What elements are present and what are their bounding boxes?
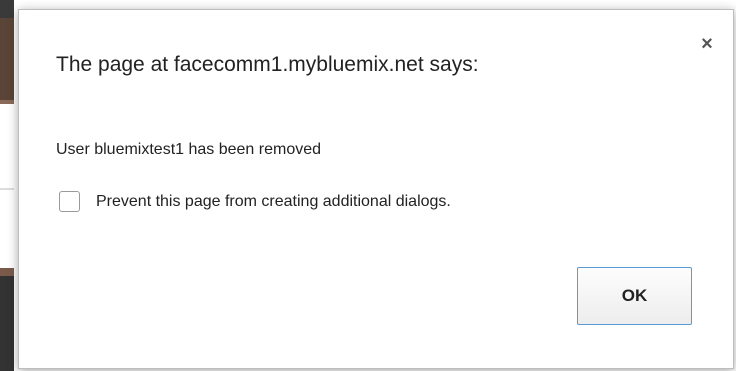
background-band bbox=[0, 104, 14, 188]
dialog-title: The page at facecomm1.mybluemix.net says… bbox=[56, 53, 479, 76]
alert-dialog: The page at facecomm1.mybluemix.net says… bbox=[18, 9, 734, 369]
background-band bbox=[0, 268, 14, 276]
background-band bbox=[0, 276, 14, 371]
background-band bbox=[0, 18, 14, 100]
background-band bbox=[0, 0, 14, 18]
prevent-dialogs-label[interactable]: Prevent this page from creating addition… bbox=[96, 193, 451, 211]
close-icon[interactable]: × bbox=[697, 34, 717, 54]
background-page-strip bbox=[0, 0, 14, 371]
dialog-message: User bluemixtest1 has been removed bbox=[56, 141, 322, 158]
prevent-dialogs-checkbox[interactable] bbox=[59, 191, 80, 212]
prevent-dialogs-option[interactable]: Prevent this page from creating addition… bbox=[59, 191, 451, 212]
ok-button[interactable]: OK bbox=[577, 267, 692, 325]
background-band bbox=[0, 188, 14, 190]
